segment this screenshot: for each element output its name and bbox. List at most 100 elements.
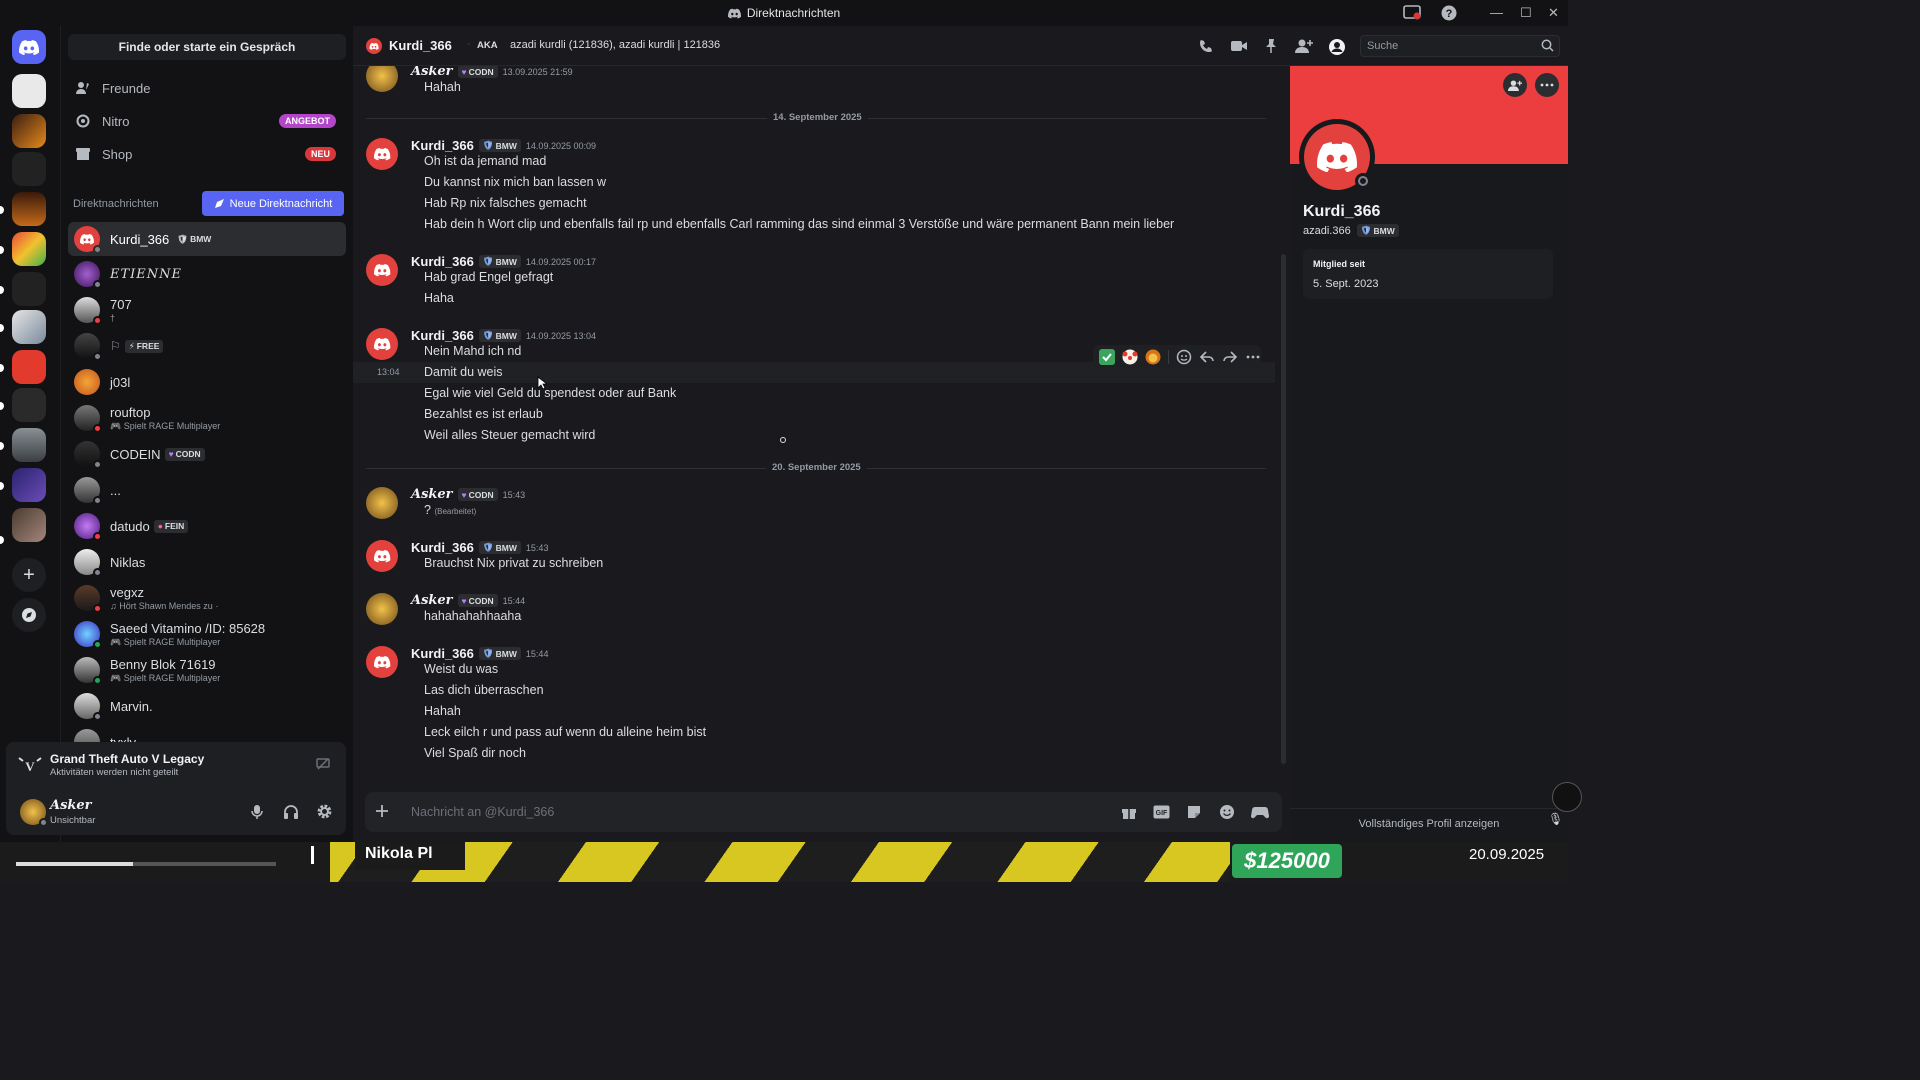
message-author[interactable]: Asker (411, 487, 453, 502)
reply-icon[interactable] (1199, 349, 1215, 365)
server-icon[interactable] (12, 350, 46, 384)
message-text: Hab grad Engel gefragt (424, 270, 554, 284)
channel-name[interactable]: Kurdi_366 (389, 38, 452, 53)
dm-item-saeed[interactable]: Saeed Vitamino /ID: 85628 🎮 Spielt RAGE M… (68, 617, 346, 651)
profile-avatar[interactable] (1299, 119, 1375, 195)
server-icon[interactable] (12, 508, 46, 542)
message-author[interactable]: Kurdi_366 (411, 540, 474, 555)
discover-icon[interactable] (12, 598, 46, 632)
user-name[interactable]: Asker (50, 798, 92, 813)
server-icon[interactable] (12, 192, 46, 226)
headphones-icon[interactable] (283, 804, 299, 820)
message-author[interactable]: Asker (411, 593, 453, 608)
video-call-icon[interactable] (1230, 38, 1248, 54)
add-friend-icon[interactable] (1503, 73, 1527, 97)
activities-gamepad-icon[interactable] (1251, 804, 1269, 820)
activity-privacy-icon[interactable] (316, 758, 330, 770)
nav-shop[interactable]: Shop NEU (68, 139, 346, 169)
add-server-icon[interactable]: + (12, 558, 46, 592)
dm-item-j03l[interactable]: j03l (68, 365, 346, 399)
find-conversation-button[interactable]: Finde oder starte ein Gespräch (68, 34, 346, 60)
attach-plus-icon[interactable] (374, 803, 390, 819)
avatar[interactable] (366, 593, 398, 625)
avatar[interactable] (366, 138, 398, 170)
message-author[interactable]: Kurdi_366 (411, 138, 474, 153)
message-text: Viel Spaß dir noch (424, 746, 526, 760)
microphone-icon[interactable] (250, 804, 264, 820)
dm-item-vegxz[interactable]: vegxz ♫ Hört Shawn Mendes zu · (68, 581, 346, 615)
user-avatar[interactable] (20, 799, 48, 827)
home-discord-icon[interactable] (12, 30, 46, 64)
avatar[interactable] (366, 487, 398, 519)
server-icon[interactable] (12, 388, 46, 422)
dm-item-dots[interactable]: ... (68, 473, 346, 507)
dm-item-kurdi[interactable]: Kurdi_366 🛡 BMW (68, 222, 346, 256)
view-full-profile-link[interactable]: Vollständiges Profil anzeigen (1290, 818, 1568, 830)
avatar[interactable] (366, 328, 398, 360)
overlay-mic-icon[interactable]: 🎙 (1548, 812, 1563, 826)
voice-call-icon[interactable] (1198, 38, 1214, 54)
hud-player-name: Nikola Pl (365, 845, 433, 862)
message-text: Hab dein h Wort clip und ebenfalls fail … (424, 217, 1175, 231)
overlay-toggle-icon[interactable] (1552, 782, 1582, 812)
hud-health-bar (16, 862, 276, 866)
dm-item-free[interactable]: ⚐ ⚡ FREE (68, 329, 346, 363)
dm-item-benny[interactable]: Benny Blok 71619 🎮 Spielt RAGE Multiplaye… (68, 653, 346, 687)
activity-panel[interactable]: V Grand Theft Auto V Legacy Aktivitäten … (6, 742, 346, 789)
server-icon[interactable] (12, 74, 46, 108)
avatar[interactable] (366, 66, 398, 92)
search-input[interactable]: Suche (1360, 35, 1560, 57)
nav-friends[interactable]: Freunde (68, 73, 346, 103)
user-profile-toggle-icon[interactable] (1328, 38, 1346, 56)
new-dm-button[interactable]: Neue Direktnachricht (202, 191, 344, 216)
message-input[interactable]: Nachricht an @Kurdi_366 (411, 805, 554, 819)
gift-icon[interactable] (1121, 804, 1137, 820)
pin-icon[interactable] (1263, 38, 1279, 54)
dm-item-niklas[interactable]: Niklas (68, 545, 346, 579)
search-icon (1541, 39, 1554, 52)
dm-item-marvin[interactable]: Marvin. (68, 689, 346, 723)
member-since-date: 5. Sept. 2023 (1313, 278, 1379, 290)
server-icon[interactable] (12, 310, 46, 344)
server-icon[interactable] (12, 152, 46, 186)
lion-reaction-icon[interactable] (1145, 349, 1161, 365)
server-icon[interactable] (12, 272, 46, 306)
message-author[interactable]: Kurdi_366 (411, 254, 474, 269)
maximize-icon[interactable]: ☐ (1520, 5, 1532, 21)
emoji-icon[interactable] (1219, 804, 1235, 820)
gif-icon[interactable]: GIF (1153, 804, 1170, 820)
dm-item-rouftop[interactable]: rouftop 🎮 Spielt RAGE Multiplayer (68, 401, 346, 435)
forward-icon[interactable] (1222, 349, 1238, 365)
dm-item-etienne[interactable]: ETIENNE (68, 257, 346, 291)
dm-item-707[interactable]: 707 † (68, 293, 346, 327)
dm-item-codein[interactable]: CODEIN ♥ CODN (68, 437, 346, 471)
nav-nitro[interactable]: Nitro ANGEBOT (68, 106, 346, 136)
avatar[interactable] (366, 540, 398, 572)
server-icon[interactable] (12, 428, 46, 462)
server-icon[interactable] (12, 232, 46, 266)
sticker-icon[interactable] (1186, 804, 1202, 820)
avatar[interactable] (366, 646, 398, 678)
message-author[interactable]: Kurdi_366 (411, 328, 474, 343)
message-author[interactable]: Asker (411, 66, 453, 79)
dm-item-datudo[interactable]: datudo ● FEIN (68, 509, 346, 543)
clown-reaction-icon[interactable] (1122, 349, 1138, 365)
close-icon[interactable]: ✕ (1548, 5, 1559, 21)
server-icon[interactable] (12, 468, 46, 502)
chat-scrollbar[interactable] (1281, 254, 1286, 764)
message-author[interactable]: Kurdi_366 (411, 646, 474, 661)
more-options-icon[interactable] (1535, 73, 1559, 97)
inbox-icon[interactable] (1403, 5, 1421, 21)
help-icon[interactable]: ? (1441, 5, 1457, 21)
server-icon[interactable] (12, 114, 46, 148)
checkmark-reaction-icon[interactable] (1099, 349, 1115, 365)
profile-footer-divider (1290, 808, 1568, 809)
avatar[interactable] (366, 254, 398, 286)
more-options-icon[interactable] (1245, 349, 1261, 365)
settings-gear-icon[interactable] (316, 803, 333, 820)
message-timestamp: 14.09.2025 13:04 (525, 330, 596, 341)
add-friends-to-dm-icon[interactable] (1295, 38, 1313, 54)
minimize-icon[interactable]: — (1490, 5, 1503, 20)
message-composer[interactable]: Nachricht an @Kurdi_366 GIF (365, 792, 1282, 832)
add-reaction-icon[interactable] (1176, 349, 1192, 365)
